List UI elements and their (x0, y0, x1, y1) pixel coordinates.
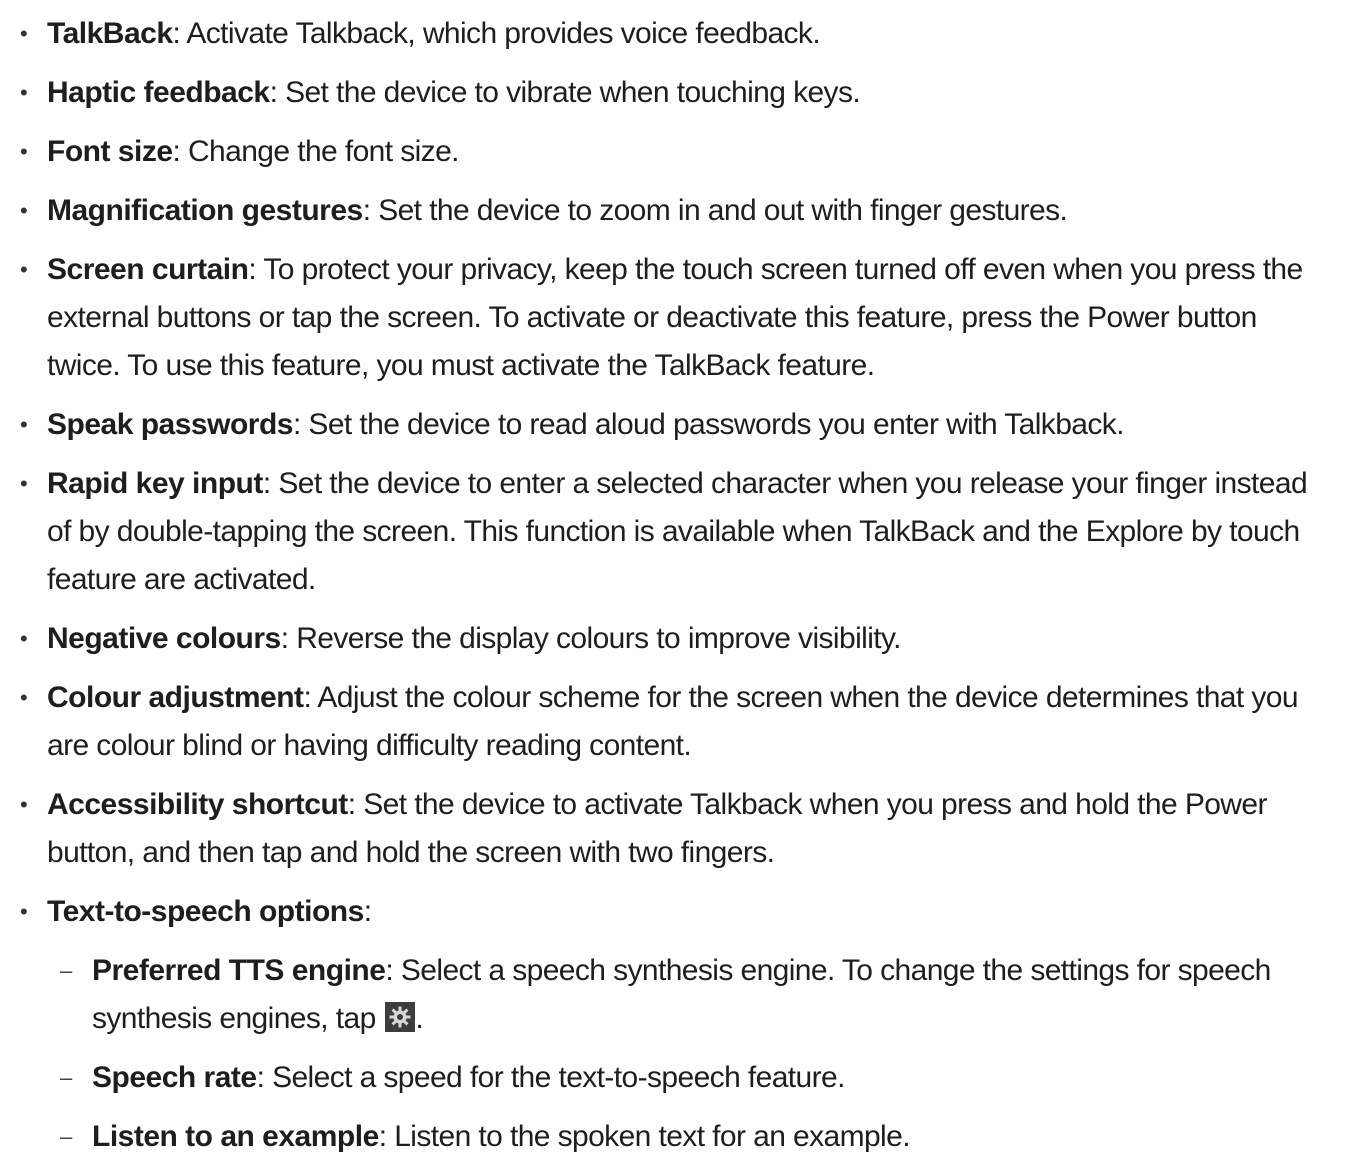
sublist-item-speech-rate: – Speech rate: Select a speed for the te… (0, 1054, 1349, 1102)
bullet: • (20, 792, 28, 817)
dash: – (60, 958, 72, 983)
list-item-font-size: • Font size: Change the font size. (0, 128, 1349, 176)
bullet: • (20, 899, 28, 924)
list-item-accessibility-shortcut: • Accessibility shortcut: Set the device… (0, 781, 1349, 877)
list-item-talkback: • TalkBack: Activate Talkback, which pro… (0, 10, 1349, 58)
dash: – (60, 1065, 72, 1090)
bullet: • (20, 257, 28, 282)
item-term: Colour adjustment (47, 681, 304, 714)
item-term: Speech rate (92, 1061, 257, 1094)
item-term: Preferred TTS engine (92, 954, 386, 987)
bullet: • (20, 626, 28, 651)
document-page: • TalkBack: Activate Talkback, which pro… (0, 0, 1349, 1162)
item-term: TalkBack (47, 17, 173, 50)
list-item-haptic-feedback: • Haptic feedback: Set the device to vib… (0, 69, 1349, 117)
item-term: Accessibility shortcut (47, 788, 348, 821)
list-item-magnification-gestures: • Magnification gestures: Set the device… (0, 187, 1349, 235)
bullet: • (20, 198, 28, 223)
item-term: Text-to-speech options (47, 895, 364, 928)
list-item-screen-curtain: • Screen curtain: To protect your privac… (0, 246, 1349, 390)
sublist-item-preferred-tts-engine: – Preferred TTS engine: Select a speech … (0, 947, 1349, 1043)
item-term: Magnification gestures (47, 194, 363, 227)
bullet: • (20, 139, 28, 164)
item-description: : Set the device to zoom in and out with… (362, 194, 1068, 227)
item-description-end: . (415, 1002, 424, 1035)
item-term: Speak passwords (47, 408, 293, 441)
bullet: • (20, 80, 28, 105)
list-item-speak-passwords: • Speak passwords: Set the device to rea… (0, 401, 1349, 449)
item-description: : Activate Talkback, which provides voic… (172, 17, 821, 50)
item-term: Negative colours (47, 622, 281, 655)
list-item-negative-colours: • Negative colours: Reverse the display … (0, 615, 1349, 663)
item-term: Haptic feedback (47, 76, 270, 109)
bullet: • (20, 685, 28, 710)
item-description: : Set the device to read aloud passwords… (292, 408, 1125, 441)
item-description: : (363, 895, 372, 928)
list-item-colour-adjustment: • Colour adjustment: Adjust the colour s… (0, 674, 1349, 770)
item-description: : Reverse the display colours to improve… (280, 622, 902, 655)
sublist-item-listen-to-an-example: – Listen to an example: Listen to the sp… (0, 1113, 1349, 1161)
bullet: • (20, 412, 28, 437)
item-description: : Change the font size. (172, 135, 460, 168)
item-term: Listen to an example (92, 1120, 379, 1153)
list-item-rapid-key-input: • Rapid key input: Set the device to ent… (0, 460, 1349, 604)
item-term: Rapid key input (47, 467, 263, 500)
list-item-text-to-speech-options: • Text-to-speech options: (0, 888, 1349, 936)
item-term: Font size (47, 135, 173, 168)
item-description: : Listen to the spoken text for an examp… (378, 1120, 911, 1153)
item-description: : Select a speed for the text-to-speech … (256, 1061, 846, 1094)
item-term: Screen curtain (47, 253, 249, 286)
settings-gear-icon (385, 1002, 416, 1032)
item-description: : Set the device to vibrate when touchin… (269, 76, 861, 109)
dash: – (60, 1124, 72, 1149)
bullet: • (20, 21, 28, 46)
bullet: • (20, 471, 28, 496)
